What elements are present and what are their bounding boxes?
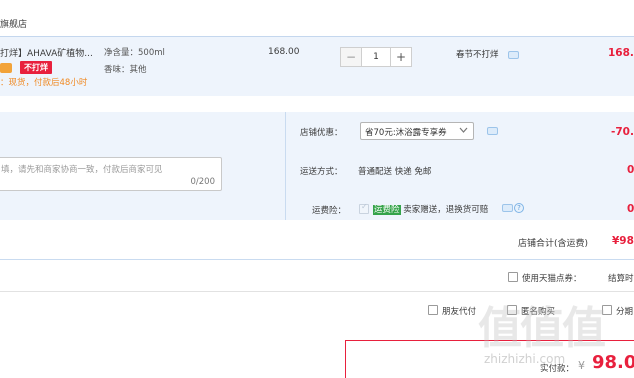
divider (0, 259, 634, 260)
installment-checkbox[interactable] (602, 305, 612, 315)
message-char-counter: 0/200 (190, 177, 216, 187)
friend-pay-label: 朋友代付 (442, 307, 477, 317)
item-subtotal: 168. (608, 47, 634, 59)
order-item-row: 打烊】AHAVA矿植物... 不打烊 ：现货，付款后48小时 净含量：500ml… (0, 36, 634, 96)
anonymous-label: 匿名购买 (521, 307, 556, 317)
holiday-service-label: 春节不打烊 (456, 50, 499, 60)
watermark-domain: zhizhizhi.com (484, 352, 566, 366)
product-title-link[interactable]: 打烊】AHAVA矿植物... (0, 46, 93, 59)
quantity-input[interactable]: 1 (361, 48, 391, 66)
shop-name[interactable]: 旗舰店 (0, 17, 27, 30)
chat-bubble-icon[interactable] (508, 51, 519, 59)
decrease-button[interactable]: − (341, 48, 361, 66)
delivery-method: 普通配送 快递 免邮 (358, 167, 432, 177)
insurance-tag: 运费险 (373, 205, 401, 215)
divider (0, 291, 634, 292)
shop-total-amount: ¥98. (612, 235, 634, 247)
help-icon[interactable]: ? (514, 203, 524, 213)
points-trailing: 结算时 (608, 274, 634, 284)
insurance-checkbox[interactable] (359, 202, 369, 214)
insurance-text: 卖家赠送，退换货可赔 (403, 205, 489, 215)
spec-scent: 香味：其他 (104, 65, 147, 75)
shop-total-label: 店铺合计(含运费) (518, 239, 589, 249)
coupon-select[interactable]: 省70元:沐浴露专享券 (360, 122, 474, 140)
message-placeholder: 填，请先和商家协商一致，付款后商家可见 (1, 165, 163, 175)
increase-button[interactable]: + (391, 48, 411, 66)
coupon-selected-value: 省70元:沐浴露专享券 (365, 128, 447, 138)
panel-divider (285, 112, 286, 220)
installment-label: 分期 (616, 307, 634, 317)
buyer-message-field[interactable]: 填，请先和商家协商一致，付款后商家可见 0/200 (0, 157, 222, 191)
insurance-amount: 0 (627, 203, 634, 215)
spec-volume: 净含量：500ml (104, 48, 165, 58)
unit-price: 168.00 (268, 47, 300, 57)
coupon-chat-icon[interactable] (487, 127, 498, 135)
insurance-label: 运费险： (312, 206, 347, 216)
anonymous-checkbox[interactable] (507, 305, 517, 315)
currency-symbol: ¥ (578, 359, 585, 372)
quantity-stepper: − 1 + (340, 47, 412, 67)
always-open-badge: 不打烊 (20, 61, 52, 74)
final-amount: 98.0 (592, 352, 634, 373)
delivery-amount: 0 (627, 164, 634, 176)
delivery-label: 运送方式： (300, 167, 343, 177)
coupon-amount: -70. (611, 126, 634, 138)
points-label: 使用天猫点券： (522, 274, 582, 284)
tmall-store-icon (0, 63, 12, 73)
insurance-desc: 运费险 卖家赠送，退换货可赔 (373, 203, 488, 215)
coupon-label: 店铺优惠： (300, 128, 343, 138)
points-checkbox[interactable] (508, 272, 518, 282)
insurance-chat-icon[interactable] (502, 204, 513, 212)
chevron-down-icon (459, 126, 468, 135)
shipping-note: ：现货，付款后48小时 (0, 78, 88, 88)
friend-pay-checkbox[interactable] (428, 305, 438, 315)
